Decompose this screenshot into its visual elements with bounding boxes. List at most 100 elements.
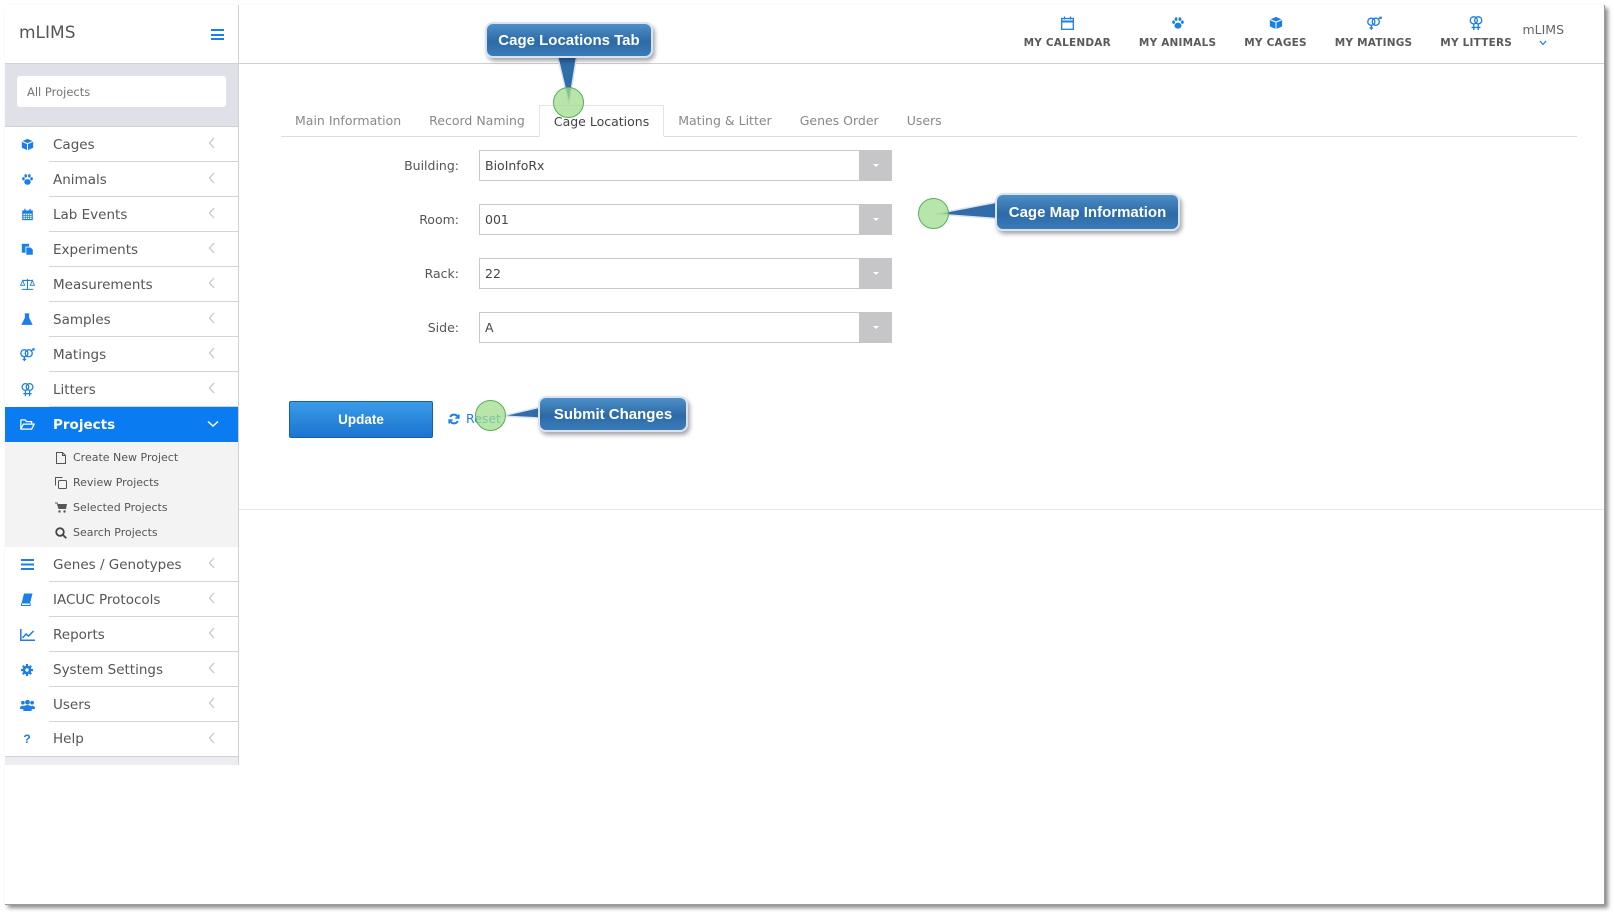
side-value: A [485,319,494,335]
calendar-icon [1059,15,1075,31]
room-value: 001 [485,211,509,227]
topnav-label: MY MATINGS [1334,37,1413,49]
room-select[interactable]: 001 [479,203,892,235]
sidebar-item-experiments[interactable]: Experiments [5,232,238,267]
tab-bar: Main Information Record Naming Cage Loca… [281,105,1577,137]
dropdown-arrow-icon[interactable] [859,149,892,181]
brand-header: mLIMS [5,5,238,64]
rack-select[interactable]: 22 [479,257,892,289]
marker-submit-changes [475,400,506,431]
tab-mating-litter[interactable]: Mating & Litter [664,105,785,136]
sidebar-item-label: Genes / Genotypes [53,556,182,573]
sidebar-item-label: Lab Events [53,206,128,223]
topnav-my-calendar[interactable]: MY CALENDAR [1024,15,1111,49]
sidebar-item-lab-events[interactable]: Lab Events [5,197,238,232]
files-icon [18,241,36,259]
main-content: Main Information Record Naming Cage Loca… [239,65,1604,510]
rack-value: 22 [485,265,501,281]
paw-icon [1170,15,1186,31]
rack-label: Rack: [424,265,459,281]
cart-icon [55,502,67,514]
user-name: mLIMS [1522,22,1564,37]
callout-cage-locations-tab: Cage Locations Tab [485,22,653,58]
search-icon [55,526,67,539]
update-button[interactable]: Update [289,401,433,438]
topnav-label: MY LITTERS [1440,37,1512,49]
tab-main-information[interactable]: Main Information [281,105,415,136]
dropdown-arrow-icon[interactable] [859,203,892,235]
chevron-left-icon [208,347,215,359]
user-menu[interactable]: mLIMS [1522,19,1564,46]
building-select[interactable]: BioInfoRx [479,149,892,181]
chevron-left-icon [208,592,215,604]
submenu-item-selected-projects[interactable]: Selected Projects [5,495,238,520]
top-nav: MY CALENDAR MY ANIMALS MY CAGES MY MATIN… [996,15,1512,49]
submenu-item-label: Search Projects [73,526,158,539]
topnav-my-litters[interactable]: MY LITTERS [1440,15,1512,49]
sidebar-item-reports[interactable]: Reports [5,617,238,652]
sidebar-item-users[interactable]: Users [5,687,238,722]
file-icon [55,451,67,464]
book-icon [18,591,36,609]
submenu-item-label: Review Projects [73,476,160,489]
project-selector-input[interactable] [17,76,226,107]
bars-icon [18,556,36,574]
submenu-item-create-new-project[interactable]: Create New Project [5,445,238,470]
topnav-my-cages[interactable]: MY CAGES [1244,15,1307,49]
sidebar-item-measurements[interactable]: Measurements [5,267,238,302]
sidebar-item-cages[interactable]: Cages [5,127,238,162]
question-icon: ? [23,732,31,746]
chevron-left-icon [208,627,215,639]
chevron-left-icon [208,697,215,709]
dropdown-arrow-icon[interactable] [859,311,892,343]
venus-double-icon [1468,15,1484,31]
cube-icon [18,136,36,154]
chevron-left-icon [208,557,215,569]
callout-submit-changes: Submit Changes [538,396,688,432]
app-window: mLIMS Cages Animals Lab Events [5,5,1605,905]
chevron-left-icon [208,207,215,219]
submenu-item-review-projects[interactable]: Review Projects [5,470,238,495]
callout-cage-map-information: Cage Map Information [995,193,1180,231]
tab-record-naming[interactable]: Record Naming [415,105,539,136]
paw-icon [18,171,36,189]
tab-genes-order[interactable]: Genes Order [786,105,893,136]
sidebar-item-matings[interactable]: Matings [5,337,238,372]
dropdown-arrow-icon[interactable] [859,257,892,289]
topnav-my-animals[interactable]: MY ANIMALS [1139,15,1216,49]
marker-cage-map [918,198,949,229]
topnav-my-matings[interactable]: MY MATINGS [1335,15,1413,49]
sidebar-item-label: Matings [53,346,107,363]
sidebar-item-label: IACUC Protocols [53,591,161,608]
sidebar-item-help[interactable]: ? Help [5,722,238,757]
refresh-icon [448,413,460,424]
mars-venus-icon [1366,15,1382,31]
sidebar-item-iacuc-protocols[interactable]: IACUC Protocols [5,582,238,617]
building-row: Building: BioInfoRx [361,149,892,181]
sidebar-item-label: Samples [53,311,111,328]
side-select[interactable]: A [479,311,892,343]
room-label: Room: [419,211,459,227]
cube-icon [1268,15,1284,31]
submenu-item-label: Selected Projects [73,501,168,514]
sidebar-item-label: Animals [53,171,107,188]
sidebar-item-projects[interactable]: Projects [5,407,238,442]
tab-users[interactable]: Users [893,105,956,136]
sidebar-item-samples[interactable]: Samples [5,302,238,337]
sidebar-item-label: Cages [53,136,95,153]
sidebar-item-system-settings[interactable]: System Settings [5,652,238,687]
sidebar-item-animals[interactable]: Animals [5,162,238,197]
chevron-left-icon [208,277,215,289]
sidebar: mLIMS Cages Animals Lab Events [5,5,239,765]
sidebar-item-label: Help [53,731,84,747]
submenu-item-search-projects[interactable]: Search Projects [5,520,238,545]
sidebar-item-label: Users [53,696,91,713]
chevron-left-icon [208,312,215,324]
rack-row: Rack: 22 [361,257,892,289]
sidebar-item-genes-genotypes[interactable]: Genes / Genotypes [5,547,238,582]
sidebar-item-litters[interactable]: Litters [5,372,238,407]
menu-toggle-icon[interactable] [211,29,224,40]
chevron-left-icon [208,662,215,674]
chevron-left-icon [208,242,215,254]
chevron-left-icon [208,732,215,744]
